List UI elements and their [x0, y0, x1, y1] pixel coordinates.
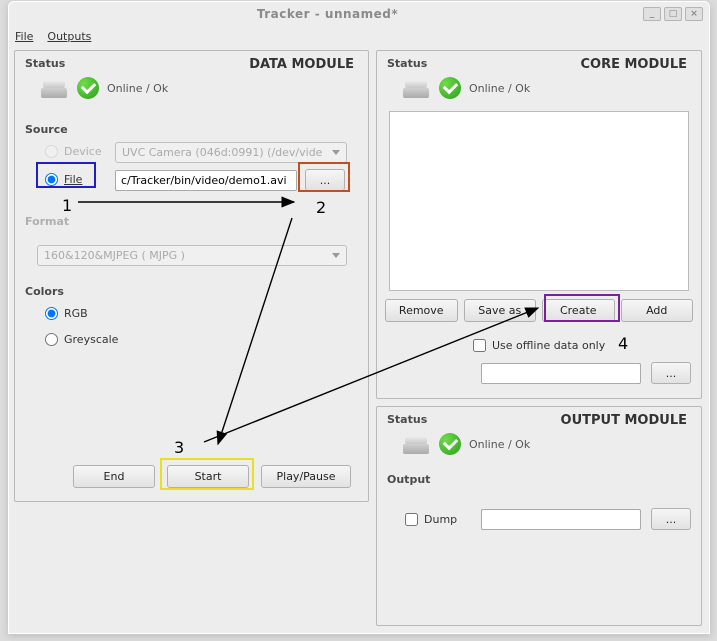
source-label: Source — [25, 123, 68, 136]
chevron-down-icon — [332, 150, 340, 155]
format-select[interactable]: 160&120&MJPEG ( MJPG ) — [37, 245, 347, 266]
offline-path-input[interactable] — [481, 363, 641, 384]
dump-checkbox[interactable] — [405, 513, 418, 526]
drive-icon — [401, 434, 431, 454]
device-radio-label: Device — [64, 145, 102, 158]
rgb-row: RGB — [45, 307, 88, 320]
core-status-label: Status — [387, 57, 427, 70]
device-row: Device — [45, 145, 102, 158]
menubar: File Outputs — [9, 26, 709, 46]
file-row: File — [45, 173, 82, 186]
offline-checkbox[interactable] — [473, 339, 486, 352]
window-title: Tracker - unnamed* — [15, 7, 640, 21]
maximize-button[interactable]: □ — [664, 7, 682, 21]
file-radio[interactable] — [45, 173, 58, 186]
out-status-text: Online / Ok — [469, 438, 530, 451]
device-radio[interactable] — [45, 145, 58, 158]
format-label: Format — [25, 215, 69, 228]
rgb-radio[interactable] — [45, 307, 58, 320]
core-module-title: CORE MODULE — [580, 57, 687, 72]
minimize-button[interactable]: _ — [643, 7, 661, 21]
add-button[interactable]: Add — [621, 299, 694, 322]
start-button[interactable]: Start — [167, 465, 249, 488]
grey-radio[interactable] — [45, 333, 58, 346]
offline-browse-button[interactable]: ... — [651, 362, 691, 384]
file-input[interactable] — [115, 170, 297, 191]
out-status-block: Online / Ok — [401, 433, 530, 455]
check-icon — [77, 77, 99, 99]
data-module-panel: DATA MODULE Status Online / Ok Source De… — [14, 50, 369, 502]
drive-icon — [401, 78, 431, 98]
close-button[interactable]: × — [685, 7, 703, 21]
output-module-panel: OUTPUT MODULE Status Online / Ok Output … — [376, 406, 702, 626]
create-button[interactable]: Create — [542, 299, 615, 322]
app-window: Tracker - unnamed* _ □ × File Outputs DA… — [8, 1, 710, 634]
remove-button[interactable]: Remove — [385, 299, 458, 322]
offline-label: Use offline data only — [492, 339, 605, 352]
core-status-text: Online / Ok — [469, 82, 530, 95]
grey-label: Greyscale — [64, 333, 118, 346]
core-module-panel: CORE MODULE Status Online / Ok Remove Sa… — [376, 50, 702, 399]
check-icon — [439, 77, 461, 99]
dump-label: Dump — [424, 513, 457, 526]
data-module-title: DATA MODULE — [249, 57, 354, 72]
dump-row: Dump — [405, 513, 457, 526]
grey-row: Greyscale — [45, 333, 118, 346]
dump-browse-button[interactable]: ... — [651, 508, 691, 530]
status-block: Online / Ok — [39, 77, 168, 99]
output-module-title: OUTPUT MODULE — [561, 413, 687, 428]
content-area: DATA MODULE Status Online / Ok Source De… — [14, 50, 704, 628]
output-label: Output — [387, 473, 430, 486]
file-browse-button[interactable]: ... — [305, 169, 345, 191]
dump-path-input[interactable] — [481, 509, 641, 530]
status-label: Status — [25, 57, 65, 70]
out-status-label: Status — [387, 413, 427, 426]
titlebar: Tracker - unnamed* _ □ × — [9, 2, 709, 26]
device-select[interactable]: UVC Camera (046d:0991) (/dev/vide — [115, 142, 347, 163]
colors-label: Colors — [25, 285, 64, 298]
menu-outputs[interactable]: Outputs — [47, 30, 91, 43]
core-listbox[interactable] — [389, 111, 689, 291]
core-status-block: Online / Ok — [401, 77, 530, 99]
saveas-button[interactable]: Save as — [464, 299, 537, 322]
offline-checkbox-row: Use offline data only — [473, 339, 605, 352]
drive-icon — [39, 78, 69, 98]
end-button[interactable]: End — [73, 465, 155, 488]
rgb-label: RGB — [64, 307, 88, 320]
check-icon — [439, 433, 461, 455]
play-pause-button[interactable]: Play/Pause — [261, 465, 351, 488]
status-text: Online / Ok — [107, 82, 168, 95]
menu-file[interactable]: File — [15, 30, 33, 43]
chevron-down-icon — [332, 253, 340, 258]
file-radio-label: File — [64, 173, 82, 186]
